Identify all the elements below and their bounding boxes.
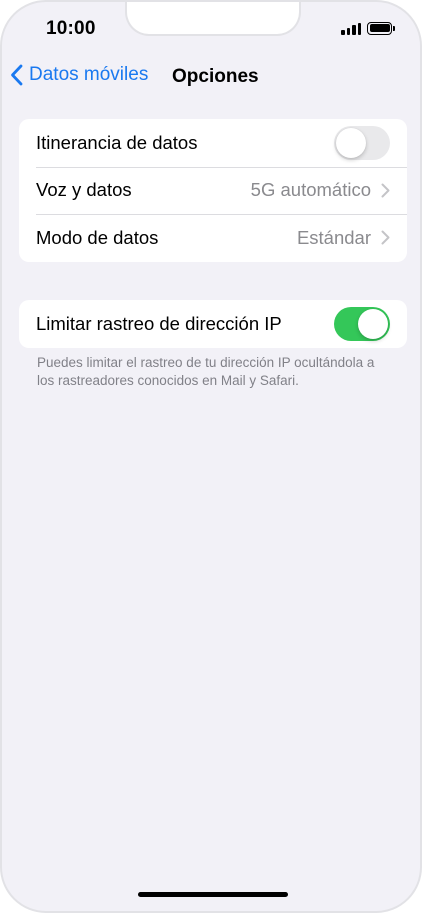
- battery-full-icon: [367, 21, 395, 35]
- back-button-label: Datos móviles: [29, 64, 149, 85]
- navigation-bar: Datos móviles Opciones: [2, 62, 420, 92]
- phone-screen: 10:00 Datos móviles Opciones Itinerancia…: [0, 0, 422, 913]
- row-limit-ip-tracking: Limitar rastreo de dirección IP: [19, 300, 407, 348]
- status-time: 10:00: [46, 18, 96, 39]
- row-label: Limitar rastreo de dirección IP: [36, 312, 282, 334]
- toggle-knob: [358, 308, 388, 339]
- status-bar: 10:00: [2, 2, 420, 52]
- row-label: Voz y datos: [36, 179, 132, 201]
- chevron-right-icon: [381, 230, 390, 245]
- row-label: Modo de datos: [36, 226, 159, 248]
- row-label: Itinerancia de datos: [36, 131, 198, 153]
- page-title: Opciones: [172, 66, 259, 87]
- chevron-right-icon: [381, 183, 390, 198]
- status-icons: [341, 21, 395, 35]
- chevron-left-icon: [11, 64, 23, 86]
- settings-group-data-options: Itinerancia de datos Voz y datos 5G auto…: [19, 119, 407, 262]
- row-value: Estándar: [296, 226, 371, 248]
- row-data-mode[interactable]: Modo de datos Estándar: [19, 214, 407, 262]
- toggle-knob: [336, 127, 366, 158]
- data-roaming-toggle[interactable]: [334, 125, 390, 160]
- row-voice-and-data[interactable]: Voz y datos 5G automático: [19, 166, 407, 215]
- back-button[interactable]: Datos móviles: [10, 64, 148, 86]
- section-footnote: Puedes limitar el rastreo de tu direcció…: [37, 355, 375, 388]
- limit-ip-tracking-toggle[interactable]: [334, 306, 390, 341]
- settings-group-privacy: Limitar rastreo de dirección IP: [19, 300, 407, 348]
- row-value: 5G automático: [250, 179, 371, 201]
- row-data-roaming: Itinerancia de datos: [19, 119, 407, 167]
- home-indicator[interactable]: [138, 892, 288, 897]
- cellular-signal-icon: [341, 21, 361, 35]
